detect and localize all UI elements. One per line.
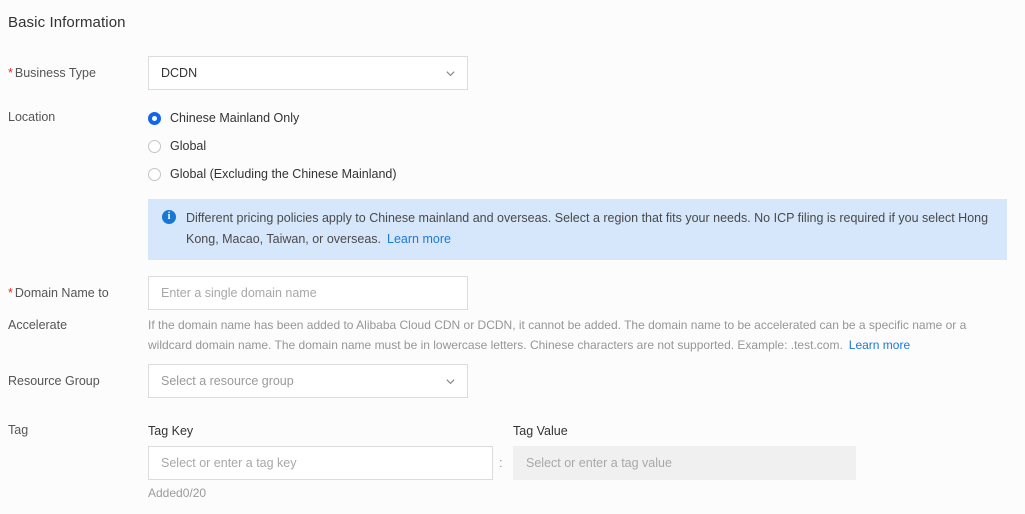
radio-label: Global (Excluding the Chinese Mainland): [170, 167, 397, 181]
tag-key-control: Select or enter a tag key: [148, 446, 493, 480]
radio-indicator-icon: [148, 111, 161, 125]
required-asterisk: *: [8, 66, 13, 80]
info-banner-text-wrap: Different pricing policies apply to Chin…: [186, 208, 993, 250]
page-title: Basic Information: [8, 14, 126, 31]
tag-value-input[interactable]: Select or enter a tag value: [513, 446, 856, 480]
business-type-label: * Business Type: [8, 65, 143, 82]
domain-name-label-line2-wrap: Accelerate: [8, 317, 143, 334]
required-asterisk: *: [8, 286, 13, 300]
tag-label: Tag: [8, 423, 29, 437]
domain-name-input-placeholder: Enter a single domain name: [161, 286, 317, 300]
info-banner-learn-more-link[interactable]: Learn more: [387, 232, 451, 246]
domain-name-label-line2: Accelerate: [8, 318, 68, 332]
tag-key-input-placeholder: Select or enter a tag key: [161, 456, 297, 470]
location-radio-group: Chinese Mainland Only Global Global (Exc…: [148, 104, 397, 188]
tag-value-column-label: Tag Value: [513, 424, 568, 438]
domain-name-input[interactable]: Enter a single domain name: [148, 276, 468, 310]
radio-label: Global: [170, 139, 207, 153]
domain-name-label-line1: Domain Name to: [14, 286, 109, 300]
radio-indicator-icon: [148, 167, 161, 181]
radio-label: Chinese Mainland Only: [170, 111, 300, 125]
domain-name-help-text: If the domain name has been added to Ali…: [148, 318, 967, 352]
tag-value-control: Select or enter a tag value: [513, 446, 856, 480]
info-circle-icon: i: [162, 210, 176, 224]
business-type-label-text: Business Type: [14, 66, 96, 80]
business-type-select[interactable]: DCDN: [148, 56, 468, 90]
resource-group-select-placeholder: Select a resource group: [161, 374, 294, 388]
location-label: Location: [8, 110, 56, 124]
domain-name-learn-more-link[interactable]: Learn more: [849, 338, 910, 352]
resource-group-control: Select a resource group: [148, 364, 468, 398]
domain-name-help-text-wrap: If the domain name has been added to Ali…: [148, 315, 1010, 355]
tag-value-input-placeholder: Select or enter a tag value: [526, 456, 672, 470]
domain-name-control: Enter a single domain name: [148, 276, 468, 310]
chevron-down-icon: [444, 375, 457, 388]
tag-separator: :: [499, 455, 503, 470]
domain-name-label: * Domain Name to: [8, 285, 143, 302]
radio-indicator-icon: [148, 139, 161, 153]
resource-group-label: Resource Group: [8, 374, 100, 388]
radio-chinese-mainland-only[interactable]: Chinese Mainland Only: [148, 104, 397, 132]
info-banner-text: Different pricing policies apply to Chin…: [186, 211, 989, 246]
tag-key-column-label: Tag Key: [148, 424, 194, 438]
tag-key-input[interactable]: Select or enter a tag key: [148, 446, 493, 480]
business-type-control: DCDN: [148, 56, 468, 90]
chevron-down-icon: [444, 67, 457, 80]
radio-global[interactable]: Global: [148, 132, 397, 160]
pricing-info-banner: i Different pricing policies apply to Ch…: [148, 199, 1007, 260]
tag-added-count: Added0/20: [148, 486, 207, 500]
radio-global-excluding-chinese-mainland[interactable]: Global (Excluding the Chinese Mainland): [148, 160, 397, 188]
resource-group-select[interactable]: Select a resource group: [148, 364, 468, 398]
business-type-select-value: DCDN: [161, 66, 198, 80]
